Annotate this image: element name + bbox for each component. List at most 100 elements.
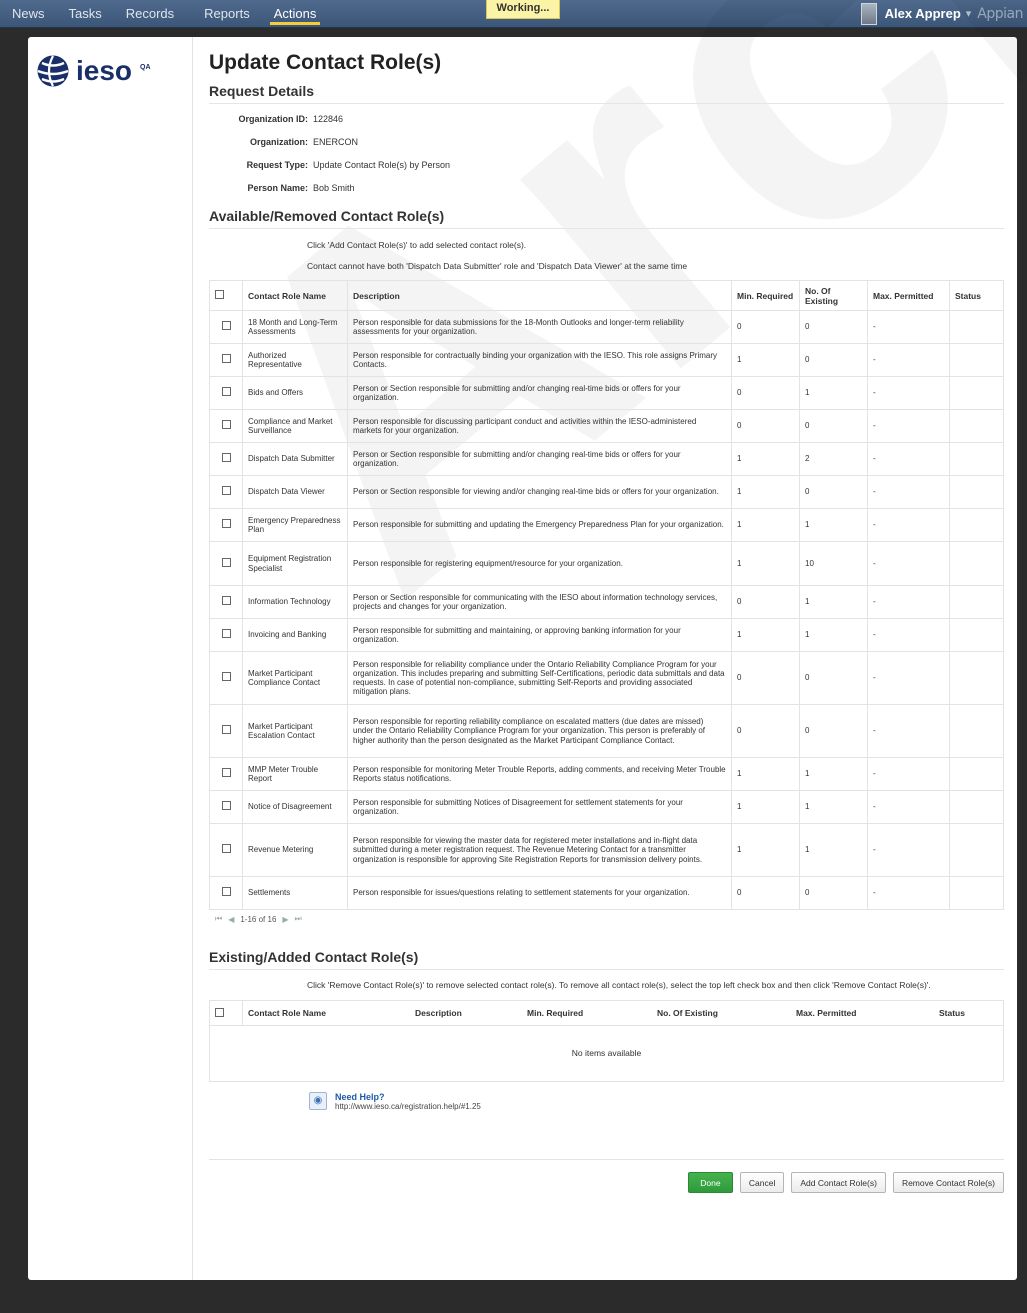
sidebar: ieso QA <box>28 37 193 1280</box>
avatar[interactable] <box>860 2 877 25</box>
column-header[interactable]: No. Of Existing <box>799 280 868 311</box>
row-checkbox[interactable] <box>221 557 231 567</box>
row-select-cell <box>209 310 243 344</box>
role-name-cell: Market Participant Compliance Contact <box>242 651 348 705</box>
select-all-cell <box>209 280 243 311</box>
table-row[interactable]: 18 Month and Long-Term Assessments Person… <box>209 310 1004 344</box>
select-all-existing-checkbox[interactable] <box>215 1007 224 1017</box>
status-cell <box>949 376 1004 410</box>
status-cell <box>949 541 1004 586</box>
done-button[interactable]: Done <box>687 1172 733 1193</box>
ieso-globe-icon <box>37 55 69 87</box>
column-header[interactable]: Status <box>949 280 1004 311</box>
last-page-icon[interactable]: ⏭ <box>295 914 302 924</box>
existing-count-cell: 1 <box>799 790 868 824</box>
role-name-cell: Information Technology <box>242 585 348 619</box>
row-checkbox[interactable] <box>221 596 231 606</box>
table-row[interactable]: Invoicing and Banking Person responsible … <box>209 618 1004 652</box>
row-checkbox[interactable] <box>221 801 231 811</box>
user-name[interactable]: Alex Apprep <box>885 6 961 21</box>
column-header[interactable]: Description <box>410 1000 522 1027</box>
row-checkbox[interactable] <box>221 321 231 331</box>
table-row[interactable]: Compliance and Market Surveillance Person… <box>209 409 1004 443</box>
row-checkbox[interactable] <box>221 354 231 364</box>
row-checkbox[interactable] <box>221 420 231 430</box>
table-row[interactable]: Revenue Metering Person responsible for v… <box>209 823 1004 877</box>
row-checkbox[interactable] <box>221 768 231 778</box>
table-row[interactable]: Bids and Offers Person or Section respons… <box>209 376 1004 410</box>
column-header[interactable]: Max. Permitted <box>867 280 950 311</box>
detail-label: Organization ID: <box>238 114 309 124</box>
add-contact-roles-button[interactable]: Add Contact Role(s) <box>791 1172 886 1193</box>
row-checkbox[interactable] <box>221 725 231 735</box>
max-permitted-cell: - <box>867 343 950 377</box>
help-globe-icon[interactable]: ◉ <box>309 1092 327 1111</box>
chevron-down-icon[interactable]: ▾ <box>966 7 972 20</box>
table-row[interactable]: Equipment Registration Specialist Person … <box>209 541 1004 586</box>
table-row[interactable]: MMP Meter Trouble Report Person responsib… <box>209 757 1004 791</box>
min-required-cell: 0 <box>731 704 800 758</box>
table-row[interactable]: Dispatch Data Viewer Person or Section re… <box>209 475 1004 509</box>
first-page-icon[interactable]: ⏮ <box>215 914 222 924</box>
help-title[interactable]: Need Help? <box>335 1092 481 1102</box>
row-checkbox[interactable] <box>221 844 231 854</box>
column-header[interactable]: Min. Required <box>731 280 800 311</box>
nav-records[interactable]: Records <box>114 0 186 27</box>
nav-actions[interactable]: Actions <box>262 0 329 27</box>
table-row[interactable]: Emergency Preparedness Plan Person respon… <box>209 508 1004 542</box>
main-panel: Archive ieso QA Update Contact Role(s) R… <box>28 0 1027 1280</box>
column-header[interactable]: No. Of Existing <box>652 1000 791 1027</box>
role-name-cell: Revenue Metering <box>242 823 348 877</box>
existing-count-cell: 2 <box>799 442 868 476</box>
row-checkbox[interactable] <box>221 519 231 529</box>
row-checkbox[interactable] <box>221 387 231 397</box>
column-header[interactable]: Max. Permitted <box>791 1000 934 1027</box>
row-select-cell <box>209 409 243 443</box>
row-checkbox[interactable] <box>221 672 231 682</box>
min-required-cell: 1 <box>731 823 800 877</box>
next-page-icon[interactable]: ▶ <box>282 915 288 924</box>
status-cell <box>949 757 1004 791</box>
description-cell: Person responsible for submitting and up… <box>347 508 732 542</box>
help-link[interactable]: http://www.ieso.ca/registration.help/#1.… <box>335 1102 481 1111</box>
row-checkbox[interactable] <box>221 486 231 496</box>
nav-news[interactable]: News <box>0 0 57 27</box>
max-permitted-cell: - <box>867 585 950 619</box>
organization-value: ENERCON <box>313 137 359 147</box>
status-cell <box>949 876 1004 910</box>
row-checkbox[interactable] <box>221 453 231 463</box>
nav-reports[interactable]: Reports <box>192 0 262 27</box>
table-row[interactable]: Notice of Disagreement Person responsible… <box>209 790 1004 824</box>
cancel-button[interactable]: Cancel <box>739 1172 785 1193</box>
role-name-cell: Equipment Registration Specialist <box>242 541 348 586</box>
row-checkbox[interactable] <box>221 629 231 639</box>
available-roles-table: Contact Role Name Description Min. Requi… <box>209 280 1004 910</box>
row-select-cell <box>209 442 243 476</box>
row-select-cell <box>209 585 243 619</box>
column-header[interactable]: Min. Required <box>522 1000 652 1027</box>
column-header[interactable]: Description <box>347 280 732 311</box>
table-row[interactable]: Authorized Representative Person responsi… <box>209 343 1004 377</box>
status-cell <box>949 585 1004 619</box>
column-header[interactable]: Status <box>934 1000 1004 1027</box>
column-header[interactable]: Contact Role Name <box>242 1000 410 1027</box>
row-select-cell <box>209 876 243 910</box>
select-all-checkbox[interactable] <box>215 290 224 299</box>
column-header[interactable]: Contact Role Name <box>242 280 348 311</box>
table-row[interactable]: Dispatch Data Submitter Person or Section… <box>209 442 1004 476</box>
max-permitted-cell: - <box>867 376 950 410</box>
role-name-cell: Authorized Representative <box>242 343 348 377</box>
row-checkbox[interactable] <box>221 887 231 897</box>
request-details: Organization ID: 122846 Organization: EN… <box>209 114 1004 206</box>
existing-count-cell: 1 <box>799 823 868 877</box>
description-cell: Person responsible for issues/questions … <box>347 876 732 910</box>
nav-tasks[interactable]: Tasks <box>57 0 114 27</box>
max-permitted-cell: - <box>867 876 950 910</box>
prev-page-icon[interactable]: ◀ <box>228 915 234 924</box>
table-row[interactable]: Settlements Person responsible for issues… <box>209 876 1004 910</box>
table-row[interactable]: Market Participant Escalation Contact Per… <box>209 704 1004 758</box>
remove-contact-roles-button[interactable]: Remove Contact Role(s) <box>892 1172 1004 1193</box>
table-row[interactable]: Market Participant Compliance Contact Per… <box>209 651 1004 705</box>
table-row[interactable]: Information Technology Person or Section … <box>209 585 1004 619</box>
max-permitted-cell: - <box>867 508 950 542</box>
